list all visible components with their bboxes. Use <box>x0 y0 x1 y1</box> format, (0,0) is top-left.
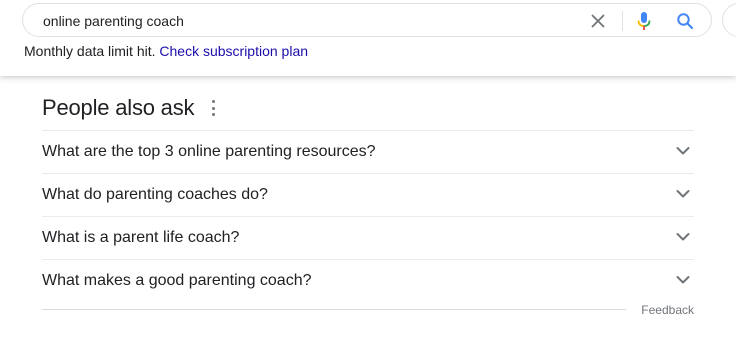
question-text: What do parenting coaches do? <box>42 186 268 203</box>
more-options-icon[interactable] <box>210 100 216 116</box>
check-subscription-link[interactable]: Check subscription plan <box>159 43 308 59</box>
apps-button-partial[interactable] <box>722 3 736 37</box>
chevron-down-icon[interactable] <box>676 189 690 199</box>
microphone-icon[interactable] <box>637 11 651 31</box>
people-also-ask-header: People also ask <box>42 93 216 123</box>
chevron-down-icon[interactable] <box>676 146 690 156</box>
question-text: What are the top 3 online parenting reso… <box>42 143 376 160</box>
chevron-down-icon[interactable] <box>676 232 690 242</box>
feedback-divider <box>42 309 626 310</box>
search-box[interactable]: online parenting coach <box>22 3 712 37</box>
clear-icon[interactable] <box>590 13 606 29</box>
question-list: What are the top 3 online parenting reso… <box>42 130 694 302</box>
chevron-down-icon[interactable] <box>676 275 690 285</box>
search-divider <box>622 11 623 31</box>
search-input[interactable]: online parenting coach <box>43 13 184 29</box>
question-item[interactable]: What do parenting coaches do? <box>42 173 694 216</box>
search-header: online parenting coach Monthly data limi… <box>0 0 736 76</box>
data-limit-notice: Monthly data limit hit. Check subscripti… <box>24 43 308 59</box>
search-icon[interactable] <box>676 12 694 30</box>
question-item[interactable]: What is a parent life coach? <box>42 216 694 259</box>
question-item[interactable]: What are the top 3 online parenting reso… <box>42 130 694 173</box>
question-item[interactable]: What makes a good parenting coach? <box>42 259 694 302</box>
question-text: What makes a good parenting coach? <box>42 272 312 289</box>
notice-message: Monthly data limit hit. <box>24 43 156 59</box>
question-text: What is a parent life coach? <box>42 229 240 246</box>
people-also-ask-title: People also ask <box>42 95 195 120</box>
feedback-link[interactable]: Feedback <box>641 303 694 317</box>
